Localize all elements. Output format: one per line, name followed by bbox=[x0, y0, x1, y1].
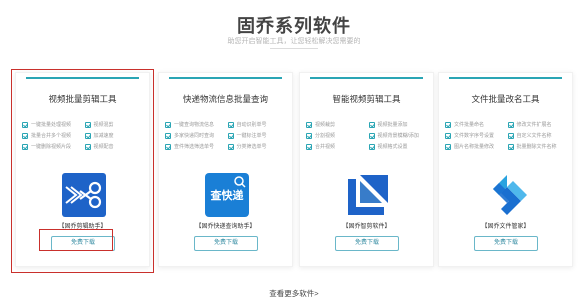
file-rename-icon bbox=[485, 173, 529, 217]
check-icon bbox=[227, 121, 234, 128]
feature-list: 一键批量处理视频 视频混剪 批量合并多个视频 加减速度 一键删除视频片段 视频配… bbox=[22, 121, 145, 150]
card-title: 视频批量剪辑工具 bbox=[48, 94, 117, 104]
feature-item: 文件数字序号设置 bbox=[445, 132, 506, 139]
free-download-button[interactable]: 免费下载 bbox=[474, 236, 538, 251]
check-icon bbox=[165, 121, 171, 128]
check-icon bbox=[22, 143, 28, 150]
feature-item: 一键查询物流信息 bbox=[165, 121, 226, 128]
check-icon bbox=[306, 143, 312, 150]
software-card-video-batch: 视频批量剪辑工具 一键批量处理视频 视频混剪 批量合并多个视频 加减速度 一键删… bbox=[15, 72, 150, 267]
card-accent-line bbox=[169, 77, 282, 79]
feature-list: 视频裁剪 视频批量添加 分割视频 视频背景模糊/添加 合并视频 视频格式设置 bbox=[306, 121, 429, 150]
check-icon bbox=[368, 143, 375, 150]
check-icon bbox=[368, 132, 375, 139]
view-more-link[interactable]: 查看更多软件> bbox=[0, 288, 588, 299]
card-title: 文件批量改名工具 bbox=[471, 94, 540, 104]
app-name: 【固乔智剪软件】 bbox=[342, 224, 391, 230]
software-card-file-rename: 文件批量改名工具 文件批量命名 修改文件扩展名 文件数字序号设置 自定义文件名称… bbox=[438, 72, 573, 267]
app-name: 【固乔文件管家】 bbox=[481, 224, 530, 230]
feature-item: 分割视频 bbox=[306, 132, 367, 139]
feature-item: 批量删除文件名称 bbox=[507, 143, 569, 150]
feature-item: 修改文件扩展名 bbox=[507, 121, 569, 128]
feature-item: 加减速度 bbox=[84, 132, 146, 139]
check-icon bbox=[445, 121, 451, 128]
card-title: 快递物流信息批量查询 bbox=[182, 94, 268, 104]
feature-item: 一键标注单号 bbox=[227, 132, 289, 139]
page-title: 固乔系列软件 bbox=[237, 16, 351, 36]
feature-list: 一键查询物流信息 自动识别单号 多家快递同时查询 一键标注单号 查件筛选筛选单号… bbox=[165, 121, 288, 150]
feature-item: 多家快递同时查询 bbox=[165, 132, 226, 139]
check-icon bbox=[227, 143, 234, 150]
software-card-smart-edit: 智能视频剪辑工具 视频裁剪 视频批量添加 分割视频 视频背景模糊/添加 合并视频… bbox=[299, 72, 434, 267]
check-icon bbox=[84, 143, 91, 150]
feature-item: 分类筛选单号 bbox=[227, 143, 289, 150]
feature-item: 合并视频 bbox=[306, 143, 367, 150]
software-card-express-query: 快递物流信息批量查询 一键查询物流信息 自动识别单号 多家快递同时查询 一键标注… bbox=[158, 72, 293, 267]
title-divider bbox=[270, 48, 318, 49]
feature-item: 自动识别单号 bbox=[227, 121, 289, 128]
free-download-button[interactable]: 免费下载 bbox=[335, 236, 399, 251]
feature-item: 视频裁剪 bbox=[306, 121, 367, 128]
check-icon bbox=[507, 132, 514, 139]
card-accent-line bbox=[449, 77, 562, 79]
feature-item: 视频混剪 bbox=[84, 121, 146, 128]
svg-text:查快递: 查快递 bbox=[211, 188, 244, 202]
app-name: 【固乔剪辑助手】 bbox=[58, 224, 107, 230]
smart-edit-icon bbox=[346, 173, 390, 217]
check-icon bbox=[84, 132, 91, 139]
card-title: 智能视频剪辑工具 bbox=[332, 94, 401, 104]
check-icon bbox=[306, 132, 312, 139]
feature-list: 文件批量命名 修改文件扩展名 文件数字序号设置 自定义文件名称 图片名称批量修改… bbox=[445, 121, 568, 150]
check-icon bbox=[445, 132, 451, 139]
feature-item: 视频批量添加 bbox=[368, 121, 430, 128]
feature-item: 视频格式设置 bbox=[368, 143, 430, 150]
check-icon bbox=[22, 121, 28, 128]
check-icon bbox=[445, 143, 451, 150]
check-icon bbox=[507, 121, 514, 128]
feature-item: 一键删除视频片段 bbox=[22, 143, 83, 150]
check-icon bbox=[368, 121, 375, 128]
scissors-icon bbox=[62, 173, 106, 217]
check-icon bbox=[22, 132, 28, 139]
feature-item: 批量合并多个视频 bbox=[22, 132, 83, 139]
check-icon bbox=[507, 143, 514, 150]
page-subtitle: 助您开启智能工具，让您轻松解决您需要的 bbox=[227, 38, 361, 45]
feature-item: 视频背景模糊/添加 bbox=[368, 132, 430, 139]
feature-item: 图片名称批量修改 bbox=[445, 143, 506, 150]
free-download-button[interactable]: 免费下载 bbox=[194, 236, 258, 251]
check-icon bbox=[84, 121, 91, 128]
card-accent-line bbox=[310, 77, 423, 79]
check-icon bbox=[165, 132, 171, 139]
free-download-button[interactable]: 免费下载 bbox=[51, 236, 115, 251]
app-name: 【固乔快递查询助手】 bbox=[195, 224, 256, 230]
check-icon bbox=[227, 132, 234, 139]
feature-item: 文件批量命名 bbox=[445, 121, 506, 128]
feature-item: 自定义文件名称 bbox=[507, 132, 569, 139]
feature-item: 视频配音 bbox=[84, 143, 146, 150]
check-icon bbox=[165, 143, 171, 150]
feature-item: 查件筛选筛选单号 bbox=[165, 143, 226, 150]
search-express-icon: 查快递 bbox=[205, 173, 249, 217]
feature-item: 一键批量处理视频 bbox=[22, 121, 83, 128]
check-icon bbox=[306, 121, 312, 128]
card-accent-line bbox=[26, 77, 139, 79]
